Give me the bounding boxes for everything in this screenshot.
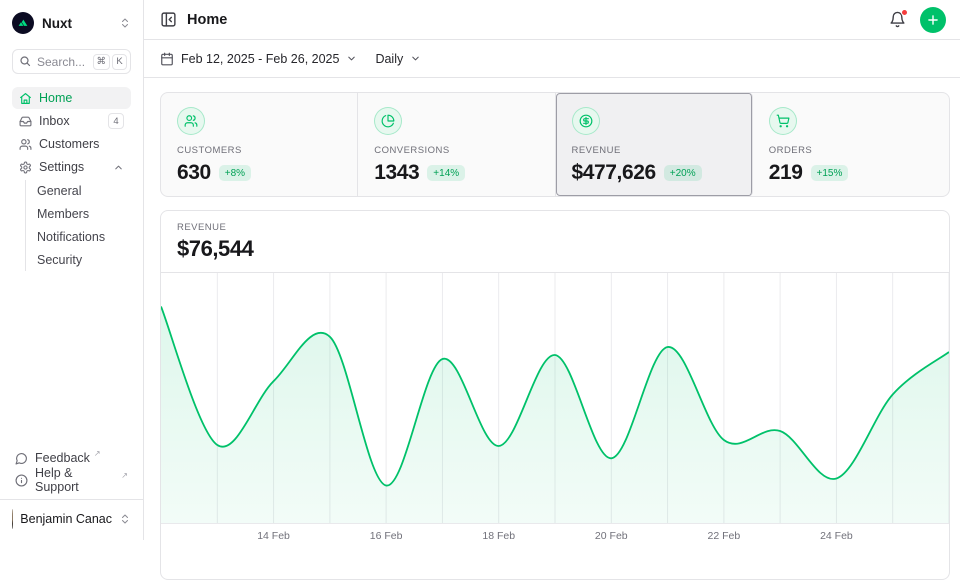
- stat-value: $477,626: [572, 161, 656, 185]
- content: CUSTOMERS 630 +8% CONVERSIONS 1343 +14% …: [144, 78, 960, 580]
- stat-value: 219: [769, 161, 803, 185]
- date-range-picker[interactable]: Feb 12, 2025 - Feb 26, 2025: [160, 52, 357, 66]
- sidebar-item-label: Inbox: [39, 114, 101, 128]
- date-range-value: Feb 12, 2025 - Feb 26, 2025: [181, 52, 339, 66]
- info-circle-icon: [15, 474, 28, 487]
- avatar: [12, 509, 13, 529]
- search-icon: [19, 55, 31, 67]
- search-shortcut: ⌘ K: [93, 54, 128, 70]
- user-name: Benjamin Canac: [20, 512, 112, 526]
- speech-bubble-icon: [15, 452, 28, 465]
- chevron-up-icon: [113, 162, 124, 173]
- stat-delta-badge: +14%: [427, 165, 465, 181]
- sidebar-item-home[interactable]: Home: [12, 87, 131, 109]
- dollar-circle-icon: [579, 114, 593, 128]
- external-link-icon: ↗: [94, 449, 101, 458]
- collapse-sidebar-button[interactable]: [160, 11, 177, 28]
- stat-label: REVENUE: [572, 145, 736, 156]
- notification-dot: [901, 9, 908, 16]
- sidebar-item-label: Home: [39, 91, 124, 105]
- chart-x-axis: 14 Feb 16 Feb 18 Feb 20 Feb 22 Feb 24 Feb: [161, 523, 949, 547]
- sidebar-item-customers[interactable]: Customers: [12, 133, 131, 155]
- user-menu[interactable]: Benjamin Canac: [0, 499, 143, 540]
- page-title: Home: [187, 12, 889, 28]
- x-tick-label: 20 Feb: [595, 530, 628, 542]
- revenue-area-chart[interactable]: [161, 273, 949, 523]
- main-panel: Home Feb 12, 2025 - Feb 26, 2025 Daily C…: [144, 0, 960, 540]
- stat-card-revenue[interactable]: REVENUE $477,626 +20%: [556, 93, 753, 196]
- inbox-icon: [19, 115, 32, 128]
- stat-delta-badge: +20%: [664, 165, 702, 181]
- x-tick-label: 24 Feb: [820, 530, 853, 542]
- chevron-down-icon: [410, 53, 421, 64]
- kbd-cmd: ⌘: [93, 54, 111, 70]
- sidebar-item-settings[interactable]: Settings: [12, 156, 131, 178]
- workspace-name: Nuxt: [42, 16, 111, 31]
- chart-header: REVENUE $76,544: [161, 211, 949, 273]
- sidebar-nav: Home Inbox 4 Customers Settings General …: [12, 87, 131, 273]
- sidebar-item-notifications[interactable]: Notifications: [26, 226, 131, 248]
- x-tick-label: 22 Feb: [707, 530, 740, 542]
- panel-left-close-icon: [160, 11, 177, 28]
- granularity-value: Daily: [375, 52, 403, 66]
- nuxt-logo-icon: [12, 12, 34, 34]
- chevrons-up-down-icon: [119, 17, 131, 29]
- new-item-button[interactable]: [920, 7, 946, 33]
- chevrons-up-down-icon: [119, 513, 131, 525]
- settings-submenu: General Members Notifications Security: [25, 180, 131, 271]
- revenue-chart-card: REVENUE $76,544 14 Feb 16 Feb 18 Feb 20 Feb…: [160, 210, 950, 580]
- granularity-select[interactable]: Daily: [375, 52, 421, 66]
- stat-delta-badge: +15%: [811, 165, 849, 181]
- main-header: Home: [144, 0, 960, 40]
- gear-icon: [19, 161, 32, 174]
- kbd-k: K: [112, 54, 127, 70]
- filters-toolbar: Feb 12, 2025 - Feb 26, 2025 Daily: [144, 40, 960, 78]
- sidebar-item-inbox[interactable]: Inbox 4: [12, 110, 131, 132]
- calendar-icon: [160, 52, 174, 66]
- sidebar-item-general[interactable]: General: [26, 180, 131, 202]
- home-icon: [19, 92, 32, 105]
- sidebar-item-members[interactable]: Members: [26, 203, 131, 225]
- sidebar-item-label: General: [37, 184, 124, 198]
- stat-card-conversions[interactable]: CONVERSIONS 1343 +14%: [358, 93, 555, 196]
- stat-delta-badge: +8%: [219, 165, 251, 181]
- sidebar-item-security[interactable]: Security: [26, 249, 131, 271]
- sidebar-spacer: [12, 273, 131, 447]
- stat-card-customers[interactable]: CUSTOMERS 630 +8%: [161, 93, 358, 196]
- users-icon: [184, 114, 198, 128]
- sidebar: Nuxt ⌘ K Home Inbox 4 Customers Settings: [0, 0, 144, 540]
- stat-value: 630: [177, 161, 211, 185]
- stat-value: 1343: [374, 161, 419, 185]
- stat-label: CUSTOMERS: [177, 145, 341, 156]
- chart-metric-value: $76,544: [177, 236, 933, 262]
- x-tick-label: 16 Feb: [370, 530, 403, 542]
- search: ⌘ K: [12, 49, 131, 74]
- notifications-button[interactable]: [889, 11, 906, 28]
- stat-label: ORDERS: [769, 145, 933, 156]
- sidebar-item-label: Members: [37, 207, 124, 221]
- sidebar-item-label: Security: [37, 253, 124, 267]
- users-icon: [19, 138, 32, 151]
- pie-chart-icon: [381, 114, 395, 128]
- stat-card-orders[interactable]: ORDERS 219 +15%: [753, 93, 949, 196]
- x-tick-label: 18 Feb: [482, 530, 515, 542]
- help-support-label: Help & Support: [35, 466, 117, 494]
- feedback-label: Feedback: [35, 451, 90, 465]
- x-tick-label: 14 Feb: [257, 530, 290, 542]
- cart-icon: [776, 114, 790, 128]
- stats-row: CUSTOMERS 630 +8% CONVERSIONS 1343 +14% …: [160, 92, 950, 197]
- stat-label: CONVERSIONS: [374, 145, 538, 156]
- inbox-count-badge: 4: [108, 113, 124, 129]
- chart-metric-label: REVENUE: [177, 222, 933, 233]
- plus-icon: [926, 13, 940, 27]
- chevron-down-icon: [346, 53, 357, 64]
- workspace-switcher[interactable]: Nuxt: [12, 10, 131, 36]
- sidebar-item-label: Customers: [39, 137, 124, 151]
- help-support-link[interactable]: Help & Support ↗: [12, 469, 131, 491]
- sidebar-item-label: Notifications: [37, 230, 124, 244]
- sidebar-item-label: Settings: [39, 160, 106, 174]
- external-link-icon: ↗: [121, 471, 128, 480]
